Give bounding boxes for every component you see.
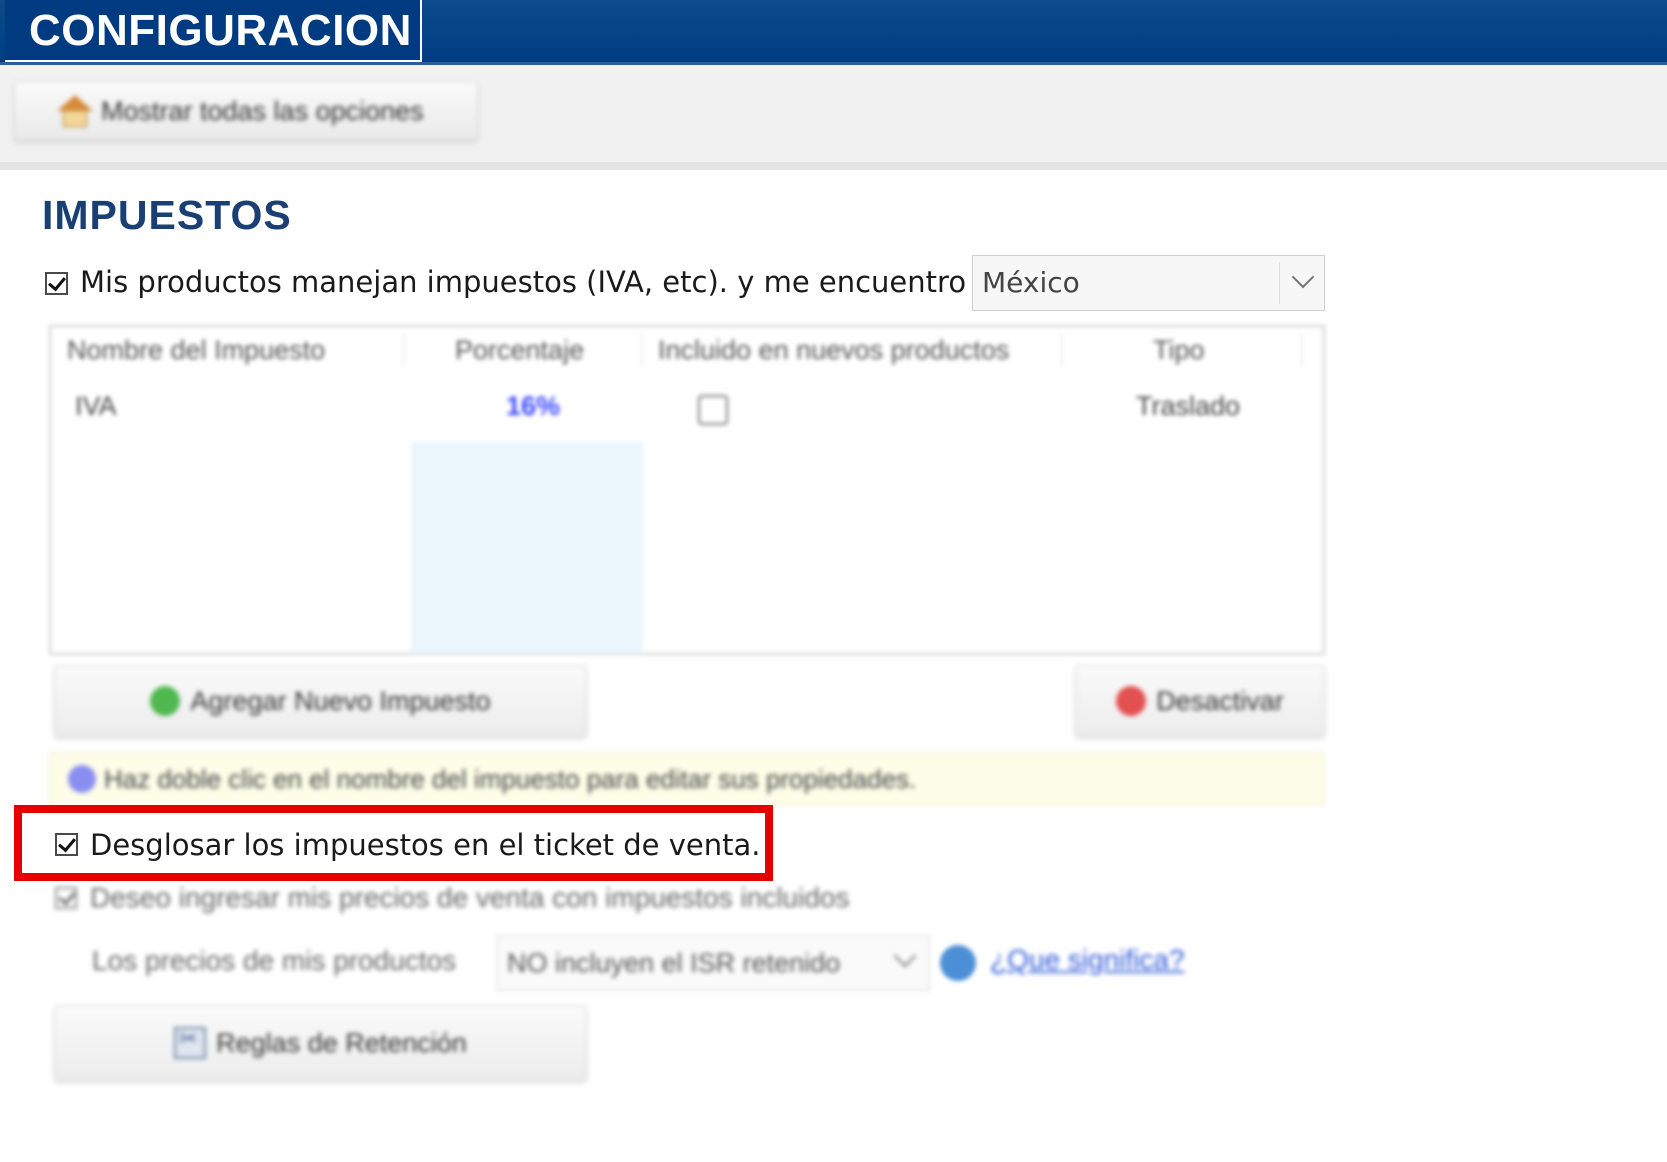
highlight-box xyxy=(14,805,773,881)
column-header-name[interactable]: Nombre del Impuesto xyxy=(67,335,325,366)
show-all-options-label: Mostrar todas las opciones xyxy=(101,95,424,126)
chevron-down-icon xyxy=(1291,265,1315,289)
what-does-it-mean-link[interactable]: ¿Que significa? xyxy=(990,944,1185,976)
home-icon xyxy=(57,95,93,127)
country-value: México xyxy=(982,266,1080,299)
prices-include-taxes-checkbox[interactable] xyxy=(55,887,77,909)
retention-rules-label: Reglas de Retención xyxy=(216,1027,467,1058)
deactivate-label: Desactivar xyxy=(1156,685,1284,716)
tax-row-percentage[interactable]: 16% xyxy=(506,391,560,422)
column-header-type[interactable]: Tipo xyxy=(1153,335,1205,366)
help-icon[interactable] xyxy=(940,945,976,981)
info-text: Haz doble clic en el nombre del impuesto… xyxy=(104,763,917,794)
add-tax-label: Agregar Nuevo Impuesto xyxy=(190,685,491,716)
page-title: CONFIGURACION xyxy=(5,0,422,62)
tax-row-type[interactable]: Traslado xyxy=(1136,391,1240,422)
remove-icon xyxy=(1116,686,1147,716)
tax-table: Nombre del Impuesto Porcentaje Incluido … xyxy=(49,325,1325,655)
taxes-enabled-label: Mis productos manejan impuestos (IVA, et… xyxy=(80,265,1022,299)
percentage-column-highlight xyxy=(411,442,643,654)
show-all-options-button[interactable]: Mostrar todas las opciones xyxy=(14,81,478,141)
column-header-percentage[interactable]: Porcentaje xyxy=(455,335,584,366)
taxes-enabled-checkbox[interactable] xyxy=(45,272,68,295)
deactivate-button[interactable]: Desactivar xyxy=(1075,665,1325,737)
isr-value: NO incluyen el ISR retenido xyxy=(507,948,841,978)
tax-row-included-checkbox[interactable] xyxy=(698,395,728,425)
section-title: IMPUESTOS xyxy=(42,192,292,238)
toolbar: Mostrar todas las opciones xyxy=(0,65,1667,170)
country-select[interactable]: México xyxy=(972,255,1325,311)
chevron-down-icon xyxy=(893,944,917,968)
add-icon xyxy=(150,686,181,716)
info-icon xyxy=(68,765,96,793)
column-header-included[interactable]: Incluido en nuevos productos xyxy=(658,335,1009,366)
scissors-icon xyxy=(174,1027,207,1059)
isr-label: Los precios de mis productos xyxy=(92,945,457,976)
info-bar: Haz doble clic en el nombre del impuesto… xyxy=(49,752,1325,806)
add-tax-button[interactable]: Agregar Nuevo Impuesto xyxy=(54,665,587,737)
retention-rules-button[interactable]: Reglas de Retención xyxy=(54,1005,587,1081)
tax-row-name[interactable]: IVA xyxy=(75,391,117,422)
prices-include-taxes-label: Deseo ingresar mis precios de venta con … xyxy=(90,882,850,913)
isr-select[interactable]: NO incluyen el ISR retenido xyxy=(496,935,930,991)
